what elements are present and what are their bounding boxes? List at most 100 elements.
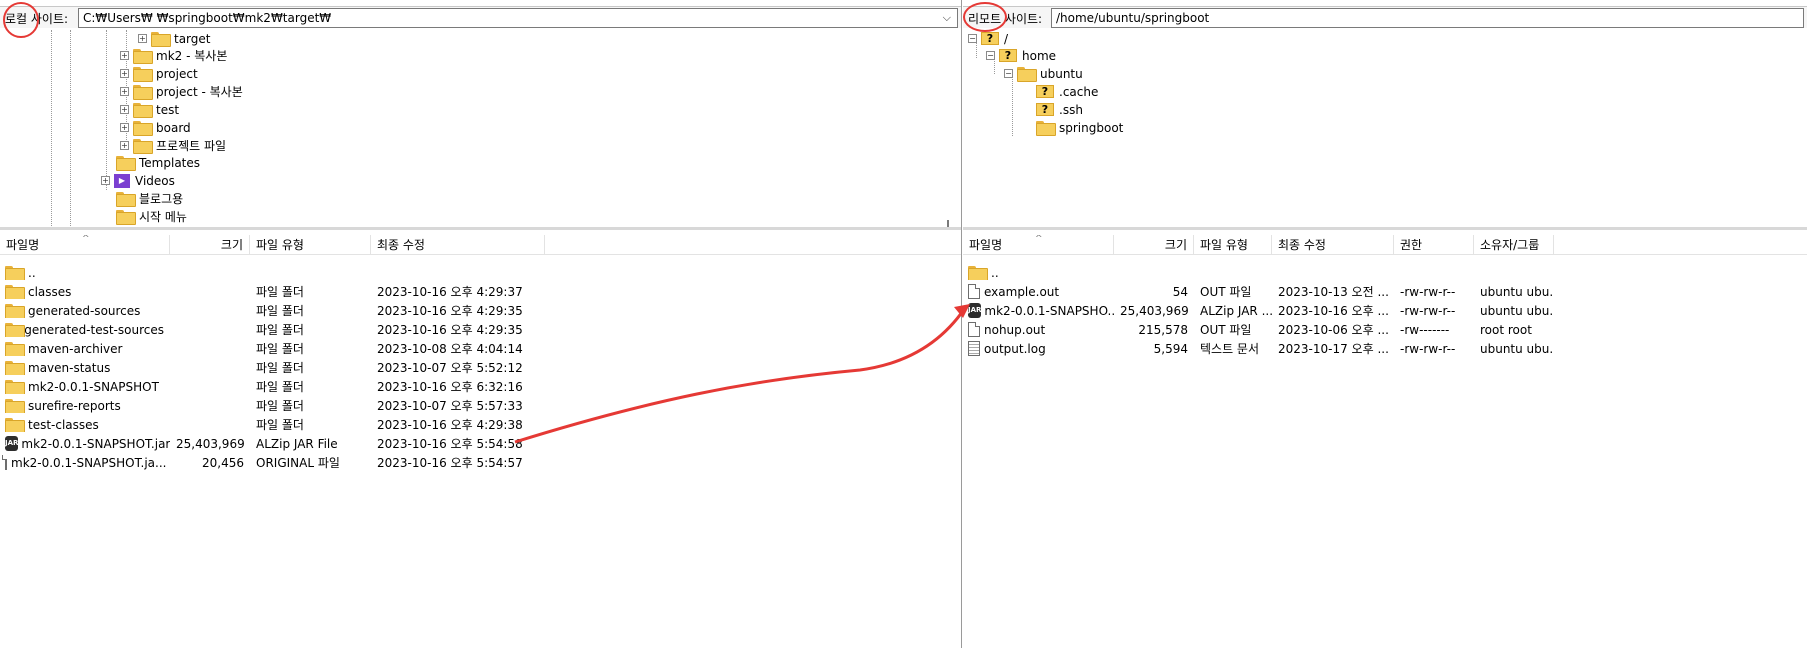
- expand-icon[interactable]: +: [120, 87, 129, 96]
- local-path-input[interactable]: C:₩Users₩ ₩springboot₩mk2₩target₩ ⌵: [78, 8, 958, 28]
- file-modified: 2023-10-17 오후 ...: [1278, 342, 1389, 356]
- expand-icon[interactable]: +: [120, 123, 129, 132]
- expand-icon[interactable]: +: [120, 141, 129, 150]
- tree-item[interactable]: + mk2 - 복사본: [120, 47, 227, 64]
- expand-icon[interactable]: +: [120, 69, 129, 78]
- local-directory-tree[interactable]: + target + mk2 - 복사본 + project + project - 복사본 +…: [0, 30, 961, 230]
- file-type: 파일 폴더: [256, 399, 304, 413]
- file-type-cell: ALZip JAR ...: [1194, 304, 1272, 318]
- expand-icon[interactable]: +: [101, 176, 110, 185]
- tree-item-label: 블로그용: [139, 192, 184, 206]
- file-row[interactable]: generated-sources 파일 폴더 2023-10-16 오후 4:29…: [0, 301, 961, 320]
- expand-icon[interactable]: +: [120, 51, 129, 60]
- tree-item[interactable]: 시작 메뉴: [103, 208, 187, 225]
- file-perm: -rw-rw-r--: [1400, 284, 1456, 299]
- tree-item-label: 시작 메뉴: [139, 210, 187, 224]
- file-owner: root root: [1480, 322, 1532, 337]
- local-file-list[interactable]: 파일명 ^ 크기 파일 유형 최종 수정 .. classes 파일 폴더 2023-…: [0, 233, 961, 648]
- file-modified: 2023-10-16 오후 4:29:35: [377, 304, 523, 318]
- collapse-icon[interactable]: −: [1004, 69, 1013, 78]
- collapse-icon[interactable]: −: [968, 34, 977, 43]
- file-type-cell: 파일 폴더: [250, 416, 371, 433]
- tree-item-label: .ssh: [1059, 102, 1083, 117]
- tree-item[interactable]: + target: [138, 30, 211, 47]
- file-row[interactable]: ..: [0, 263, 961, 282]
- file-name: ..: [28, 265, 36, 280]
- file-size-cell: 25,403,969: [170, 437, 250, 451]
- file-perm-cell: -rw-rw-r--: [1394, 304, 1474, 318]
- file-row[interactable]: ..: [963, 263, 1807, 282]
- file-modified-cell: 2023-10-08 오후 4:04:14: [371, 340, 545, 357]
- file-owner-cell: ubuntu ubu...: [1474, 304, 1554, 318]
- tree-item[interactable]: −? home: [986, 47, 1056, 64]
- file-type-cell: OUT 파일: [1194, 283, 1272, 300]
- column-header-permissions[interactable]: 권한: [1394, 235, 1474, 255]
- tree-item[interactable]: + project - 복사본: [120, 83, 243, 100]
- column-header-size[interactable]: 크기: [1114, 235, 1194, 255]
- collapse-icon[interactable]: −: [986, 51, 995, 60]
- column-header-name[interactable]: 파일명 ^: [0, 235, 170, 255]
- file-name-cell: mk2-0.0.1-SNAPSHOT.ja...: [0, 455, 170, 470]
- file-owner: ubuntu ubu...: [1480, 303, 1554, 318]
- file-row[interactable]: surefire-reports 파일 폴더 2023-10-07 오후 5:57:…: [0, 396, 961, 415]
- file-owner-cell: root root: [1474, 323, 1554, 337]
- remote-pane: 리모트 사이트: /home/ubuntu/springboot −? / −? ho…: [963, 0, 1807, 648]
- tree-item[interactable]: springboot: [1023, 119, 1123, 136]
- column-header-modified[interactable]: 최종 수정: [371, 235, 545, 255]
- file-type-cell: 파일 폴더: [250, 378, 371, 395]
- text-file-icon: [968, 341, 980, 356]
- remote-directory-tree[interactable]: −? / −? home − ubuntu? .cache? .ssh springboot: [963, 30, 1807, 230]
- annotation-circle-local: [3, 2, 39, 38]
- file-name: ..: [991, 265, 999, 280]
- file-row[interactable]: test-classes 파일 폴더 2023-10-16 오후 4:29:38: [0, 415, 961, 434]
- file-size-cell: 20,456: [170, 456, 250, 470]
- file-type-cell: ORIGINAL 파일: [250, 454, 371, 471]
- tree-item[interactable]: − ubuntu: [1004, 65, 1083, 82]
- folder-icon: [5, 418, 25, 432]
- tree-item[interactable]: Templates: [103, 154, 200, 171]
- tree-item[interactable]: 블로그용: [103, 190, 183, 207]
- file-row[interactable]: JAR mk2-0.0.1-SNAPSHO... 25,403,969 ALZip J…: [963, 301, 1807, 320]
- tree-scrollbar[interactable]: [947, 220, 949, 227]
- file-row[interactable]: maven-status 파일 폴더 2023-10-07 오후 5:52:12: [0, 358, 961, 377]
- expand-icon[interactable]: +: [138, 34, 147, 43]
- remote-path-input[interactable]: /home/ubuntu/springboot: [1051, 8, 1804, 28]
- file-name-cell: surefire-reports: [0, 399, 170, 413]
- tree-item[interactable]: −? /: [968, 30, 1008, 47]
- file-row[interactable]: generated-test-sources 파일 폴더 2023-10-16 오후…: [0, 320, 961, 339]
- file-size: 25,403,969: [176, 436, 245, 451]
- file-row[interactable]: nohup.out 215,578 OUT 파일 2023-10-06 오후 ... -…: [963, 320, 1807, 339]
- tree-item[interactable]: ? .ssh: [1023, 101, 1083, 118]
- file-row[interactable]: example.out 54 OUT 파일 2023-10-13 오전 ... -rw-…: [963, 282, 1807, 301]
- expand-icon[interactable]: +: [120, 105, 129, 114]
- column-header-size[interactable]: 크기: [170, 235, 250, 255]
- file-row[interactable]: mk2-0.0.1-SNAPSHOT 파일 폴더 2023-10-16 오후 6:3…: [0, 377, 961, 396]
- file-row[interactable]: output.log 5,594 텍스트 문서 2023-10-17 오후 ... -r…: [963, 339, 1807, 358]
- file-row[interactable]: JAR mk2-0.0.1-SNAPSHOT.jar 25,403,969 ALZip…: [0, 434, 961, 453]
- tree-item[interactable]: + ▶ Videos: [101, 172, 175, 189]
- column-header-modified[interactable]: 최종 수정: [1272, 235, 1394, 255]
- file-row[interactable]: classes 파일 폴더 2023-10-16 오후 4:29:37: [0, 282, 961, 301]
- tree-item[interactable]: + project: [120, 65, 198, 82]
- file-row[interactable]: maven-archiver 파일 폴더 2023-10-08 오후 4:04:14: [0, 339, 961, 358]
- tree-item[interactable]: + board: [120, 119, 191, 136]
- column-header-owner[interactable]: 소유자/그룹: [1474, 235, 1554, 255]
- file-name: output.log: [984, 341, 1046, 356]
- column-header-type[interactable]: 파일 유형: [1194, 235, 1272, 255]
- file-type: 파일 폴더: [256, 323, 304, 337]
- file-type: 파일 폴더: [256, 342, 304, 356]
- tree-item[interactable]: ? .cache: [1023, 83, 1098, 100]
- column-header-type[interactable]: 파일 유형: [250, 235, 371, 255]
- folder-icon: [133, 121, 153, 136]
- folder-icon: [133, 49, 153, 64]
- annotation-circle-remote: [963, 2, 1007, 32]
- tree-item-label: board: [156, 120, 191, 135]
- tree-item-label: test: [156, 102, 180, 117]
- remote-file-list[interactable]: 파일명 ^ 크기 파일 유형 최종 수정 권한 소유자/그룹 .. example…: [963, 233, 1807, 648]
- tree-item[interactable]: + test: [120, 101, 179, 118]
- file-owner: ubuntu ubu...: [1480, 341, 1554, 356]
- file-row[interactable]: mk2-0.0.1-SNAPSHOT.ja... 20,456 ORIGINAL 파…: [0, 453, 961, 472]
- chevron-down-icon[interactable]: ⌵: [943, 11, 951, 25]
- column-header-name[interactable]: 파일명 ^: [963, 235, 1114, 255]
- tree-item[interactable]: + 프로젝트 파일: [120, 137, 226, 154]
